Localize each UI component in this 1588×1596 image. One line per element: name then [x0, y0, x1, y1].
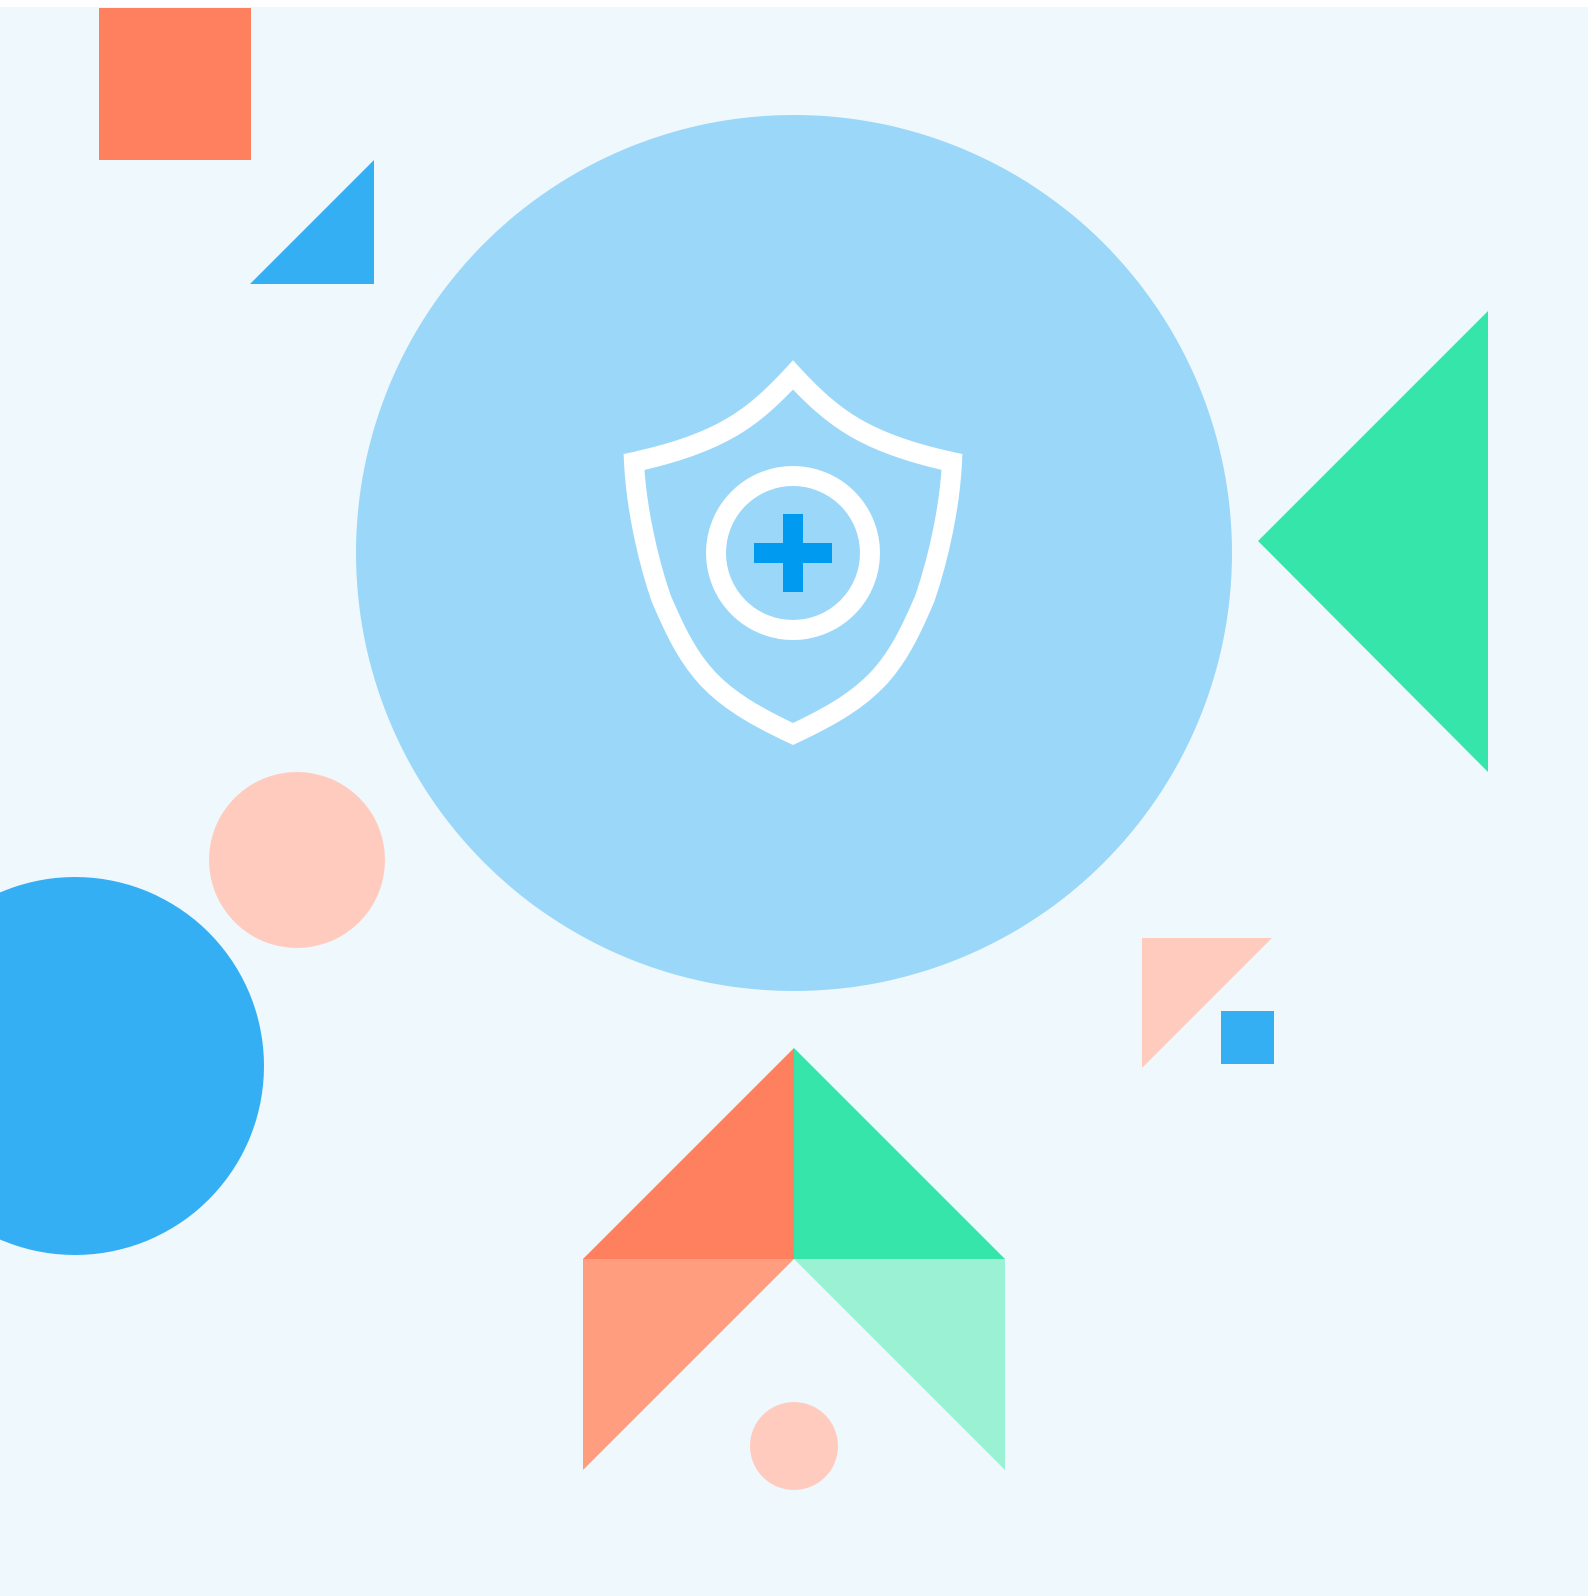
- peach-circle-small: [750, 1402, 838, 1490]
- coral-square: [99, 8, 251, 160]
- blue-square-small: [1221, 1011, 1274, 1064]
- peach-circle: [209, 772, 385, 948]
- illustration-canvas: [0, 7, 1588, 1596]
